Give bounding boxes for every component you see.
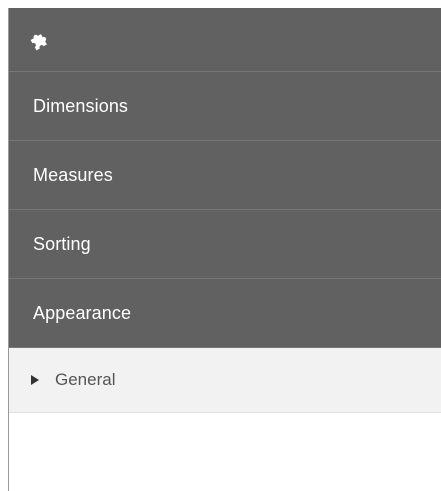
properties-panel: Dimensions Measures Sorting Appearance G…	[8, 8, 441, 491]
section-label-sorting: Sorting	[33, 233, 91, 254]
panel-header	[9, 8, 441, 72]
section-appearance[interactable]: Appearance	[9, 279, 441, 348]
puzzle-piece-icon	[27, 29, 49, 51]
triangle-right-icon	[31, 375, 39, 385]
section-label-appearance: Appearance	[33, 302, 132, 323]
section-label-dimensions: Dimensions	[33, 95, 129, 116]
section-measures[interactable]: Measures	[9, 141, 441, 210]
section-sorting[interactable]: Sorting	[9, 210, 441, 279]
section-label-measures: Measures	[33, 164, 113, 185]
section-dimensions[interactable]: Dimensions	[9, 72, 441, 141]
subsection-general[interactable]: General	[9, 348, 441, 413]
subsection-label-general: General	[55, 370, 116, 389]
